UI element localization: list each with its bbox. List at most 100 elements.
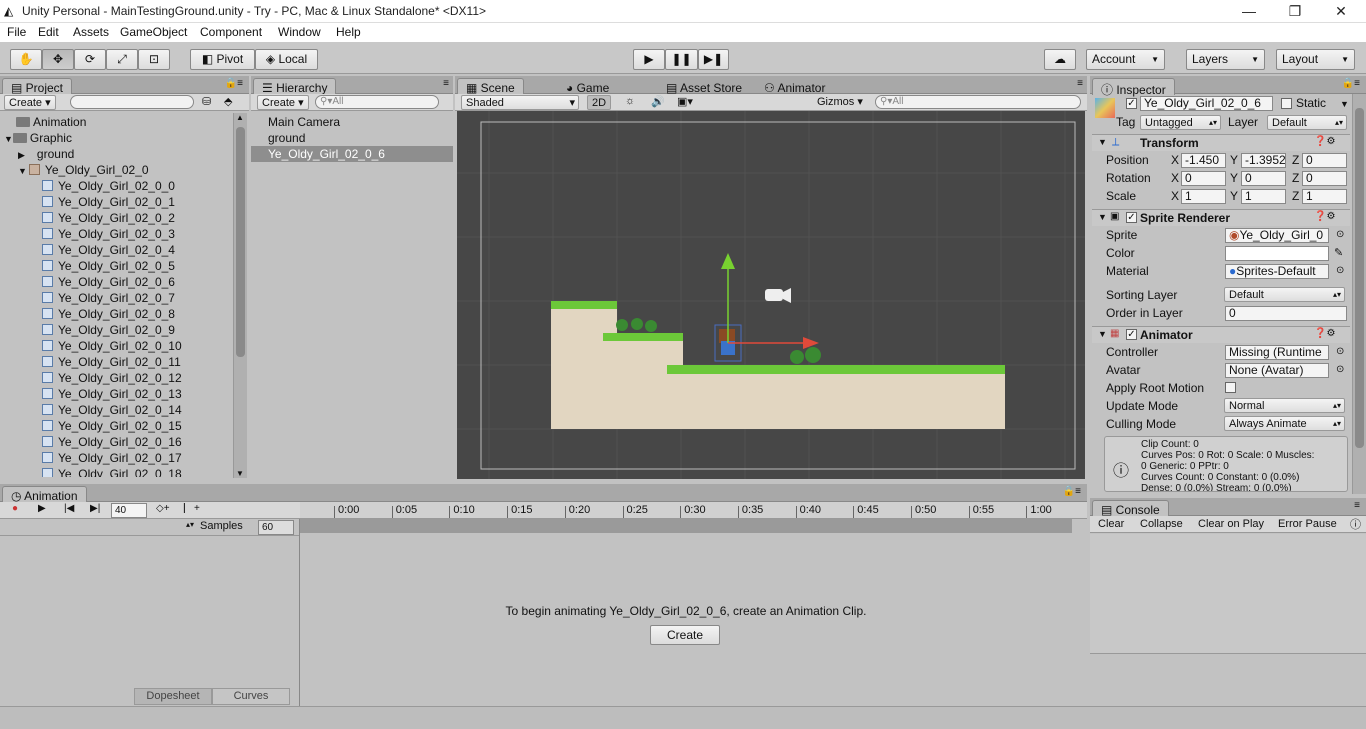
object-picker-icon[interactable]: ⊙ xyxy=(1336,263,1344,279)
position-y-input[interactable]: -1.3952 xyxy=(1241,153,1286,168)
hierarchy-item-girl[interactable]: Ye_Oldy_Girl_02_0_6 xyxy=(251,146,453,162)
sprite-renderer-header[interactable]: ▼ ▣ ✓ Sprite Renderer ❓⚙ xyxy=(1092,209,1350,226)
animator-header[interactable]: ▼ ▦ ✓ Animator ❓⚙ xyxy=(1092,326,1350,343)
inspector-scroll-thumb[interactable] xyxy=(1355,108,1364,448)
rect-tool-button[interactable]: ⊡ xyxy=(138,49,170,70)
prev-keyframe-icon[interactable]: |◀ xyxy=(64,503,74,514)
rotate-tool-button[interactable]: ⟳ xyxy=(74,49,106,70)
project-item-sprite[interactable]: Ye_Oldy_Girl_02_0_17 xyxy=(42,450,182,466)
menu-help[interactable]: Help xyxy=(336,25,361,39)
sorting-layer-dropdown[interactable]: Default ▴▾ xyxy=(1224,287,1345,302)
apply-root-motion-checkbox[interactable] xyxy=(1225,382,1236,393)
pause-button[interactable]: ❚❚ xyxy=(665,49,698,70)
dopesheet-tab[interactable]: Dopesheet xyxy=(134,688,212,705)
tab-game[interactable]: ◕ Game xyxy=(557,78,618,95)
project-search-input[interactable] xyxy=(70,95,194,109)
record-icon[interactable]: ● xyxy=(12,503,18,514)
order-in-layer-input[interactable]: 0 xyxy=(1225,306,1347,321)
effects-icon[interactable]: ▣▾ xyxy=(677,95,693,108)
samples-input[interactable]: 60 xyxy=(258,520,294,535)
project-item-spritesheet[interactable]: ▼ Ye_Oldy_Girl_02_0 xyxy=(18,162,149,178)
panel-menu-icon[interactable]: ≡ xyxy=(1354,500,1360,511)
tab-scene[interactable]: ▦ Scene xyxy=(457,78,524,95)
scale-z-input[interactable]: 1 xyxy=(1302,189,1347,204)
pivot-toggle[interactable]: ◧ Pivot xyxy=(190,49,255,70)
project-item-animation[interactable]: Animation xyxy=(16,114,86,130)
update-mode-dropdown[interactable]: Normal ▴▾ xyxy=(1224,398,1345,413)
menu-assets[interactable]: Assets xyxy=(73,25,109,39)
close-button[interactable]: ✕ xyxy=(1318,1,1364,22)
next-keyframe-icon[interactable]: ▶| xyxy=(90,503,100,514)
scale-y-input[interactable]: 1 xyxy=(1241,189,1286,204)
project-item-graphic[interactable]: ▼ Graphic xyxy=(4,130,72,146)
scale-x-input[interactable]: 1 xyxy=(1181,189,1226,204)
frame-input[interactable]: 40 xyxy=(111,503,147,518)
project-item-sprite[interactable]: Ye_Oldy_Girl_02_0_4 xyxy=(42,242,175,258)
menu-edit[interactable]: Edit xyxy=(38,25,59,39)
project-item-sprite[interactable]: Ye_Oldy_Girl_02_0_7 xyxy=(42,290,175,306)
project-item-sprite[interactable]: Ye_Oldy_Girl_02_0_0 xyxy=(42,178,175,194)
panel-menu-icon[interactable]: ≡ xyxy=(1077,78,1083,89)
culling-mode-dropdown[interactable]: Always Animate ▴▾ xyxy=(1224,416,1345,431)
project-scrollbar[interactable]: ▲ ▼ xyxy=(233,113,247,478)
scroll-down-icon[interactable]: ▼ xyxy=(236,469,244,478)
hierarchy-create-dropdown[interactable]: Create ▾ xyxy=(257,95,309,110)
create-clip-button[interactable]: Create xyxy=(650,625,720,645)
color-swatch[interactable] xyxy=(1225,246,1329,261)
object-picker-icon[interactable]: ⊙ xyxy=(1336,344,1344,360)
hierarchy-item-main-camera[interactable]: Main Camera xyxy=(268,114,340,130)
project-item-sprite[interactable]: Ye_Oldy_Girl_02_0_2 xyxy=(42,210,175,226)
layers-dropdown[interactable]: Layers ▼ xyxy=(1186,49,1265,70)
rotation-y-input[interactable]: 0 xyxy=(1241,171,1286,186)
cloud-button[interactable]: ☁ xyxy=(1044,49,1076,70)
audio-icon[interactable]: 🔊 xyxy=(651,95,665,108)
project-item-sprite[interactable]: Ye_Oldy_Girl_02_0_12 xyxy=(42,370,182,386)
project-scroll-thumb[interactable] xyxy=(236,127,245,357)
panel-menu-icon[interactable]: 🔒≡ xyxy=(1063,486,1081,497)
object-picker-icon[interactable]: ⊙ xyxy=(1336,227,1344,243)
panel-menu-icon[interactable]: 🔒≡ xyxy=(225,78,243,89)
scale-tool-button[interactable]: ⤢ xyxy=(106,49,138,70)
layer-dropdown[interactable]: Default ▴▾ xyxy=(1267,115,1347,130)
help-icon[interactable]: ❓⚙ xyxy=(1314,328,1335,339)
menu-gameobject[interactable]: GameObject xyxy=(120,25,187,39)
tab-inspector[interactable]: ⓘ Inspector xyxy=(1092,78,1175,97)
shading-mode-dropdown[interactable]: Shaded ▾ xyxy=(461,95,579,110)
move-tool-button[interactable]: ✥ xyxy=(42,49,74,70)
project-item-sprite[interactable]: Ye_Oldy_Girl_02_0_11 xyxy=(42,354,181,370)
step-button[interactable]: ▶❚ xyxy=(698,49,729,70)
maximize-button[interactable]: ❐ xyxy=(1272,1,1318,22)
project-item-sprite[interactable]: Ye_Oldy_Girl_02_0_1 xyxy=(42,194,175,210)
curves-tab[interactable]: Curves xyxy=(212,688,290,705)
timeline-ruler[interactable]: 0:00 0:05 0:10 0:15 0:20 0:25 0:30 0:35 0:40 0:45… xyxy=(300,502,1087,519)
filter-type-icon[interactable]: ⛁ xyxy=(202,95,211,108)
object-picker-icon[interactable]: ⊙ xyxy=(1336,362,1344,378)
project-item-sprite[interactable]: Ye_Oldy_Girl_02_0_13 xyxy=(42,386,182,402)
project-item-ground[interactable]: ▶ ground xyxy=(18,146,74,162)
scene-search-input[interactable]: ⚲▾All xyxy=(875,95,1081,109)
panel-menu-icon[interactable]: 🔒≡ xyxy=(1342,78,1360,89)
avatar-object-field[interactable]: None (Avatar) xyxy=(1225,363,1329,378)
eyedropper-icon[interactable]: ✎ xyxy=(1334,245,1343,261)
tab-asset-store[interactable]: ▤ Asset Store xyxy=(657,78,751,95)
tab-hierarchy[interactable]: ☰ Hierarchy xyxy=(253,78,337,95)
static-dropdown-arrow-icon[interactable]: ▼ xyxy=(1340,96,1349,112)
project-item-sprite[interactable]: Ye_Oldy_Girl_02_0_5 xyxy=(42,258,175,274)
animator-enabled-checkbox[interactable]: ✓ xyxy=(1126,329,1137,340)
help-icon[interactable]: ❓⚙ xyxy=(1314,136,1335,147)
add-keyframe-icon[interactable]: ◇+ xyxy=(156,503,170,514)
hierarchy-search-input[interactable]: ⚲▾All xyxy=(315,95,439,109)
filter-label-icon[interactable]: ⬘ xyxy=(224,95,232,108)
menu-component[interactable]: Component xyxy=(200,25,262,39)
menu-window[interactable]: Window xyxy=(278,25,321,39)
panel-menu-icon[interactable]: ≡ xyxy=(443,78,449,89)
tab-animator[interactable]: ⚇ Animator xyxy=(755,78,834,95)
project-item-sprite[interactable]: Ye_Oldy_Girl_02_0_10 xyxy=(42,338,182,354)
hand-tool-button[interactable]: ✋ xyxy=(10,49,42,70)
project-item-sprite[interactable]: Ye_Oldy_Girl_02_0_3 xyxy=(42,226,175,242)
gameobject-name-input[interactable]: Ye_Oldy_Girl_02_0_6 xyxy=(1140,96,1273,111)
console-clear-on-play-button[interactable]: Clear on Play xyxy=(1194,517,1268,532)
material-object-field[interactable]: ●Sprites-Default xyxy=(1225,264,1329,279)
static-checkbox[interactable] xyxy=(1281,98,1292,109)
console-collapse-button[interactable]: Collapse xyxy=(1136,517,1187,532)
